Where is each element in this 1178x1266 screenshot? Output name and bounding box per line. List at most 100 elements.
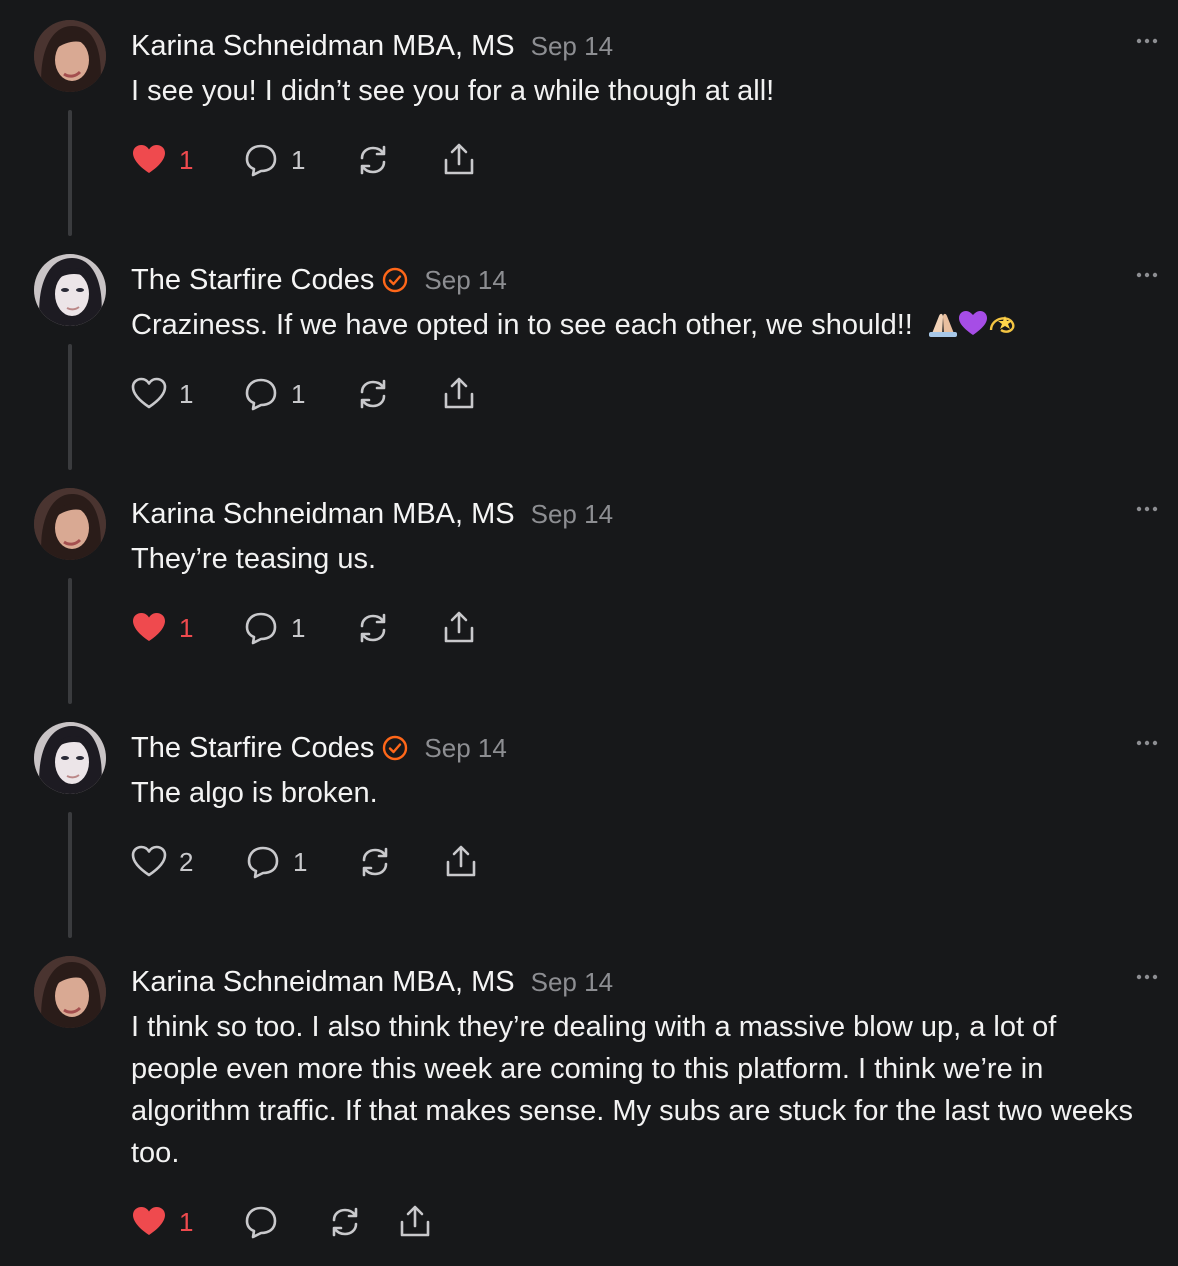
reply-count: 1 <box>291 378 306 409</box>
share-button[interactable] <box>441 376 477 412</box>
avatar[interactable] <box>34 956 106 1028</box>
reply-button[interactable] <box>243 1204 327 1240</box>
share-icon <box>443 844 479 880</box>
heart-icon <box>131 1204 167 1240</box>
comment: The Starfire Codes Sep 14 The algo is br… <box>0 722 1178 942</box>
author-name[interactable]: Karina Schneidman MBA, MS <box>131 30 515 63</box>
avatar[interactable] <box>34 488 106 560</box>
like-count: 2 <box>179 846 194 877</box>
comment: Karina Schneidman MBA, MS Sep 14 They’re… <box>0 488 1178 708</box>
author-name[interactable]: Karina Schneidman MBA, MS <box>131 966 515 999</box>
comment-header: The Starfire Codes Sep 14 <box>131 260 507 300</box>
like-button[interactable]: 1 <box>131 1204 243 1240</box>
share-button[interactable] <box>443 844 479 880</box>
karina-avatar-image <box>34 20 106 92</box>
comment-text: Craziness. If we have opted in to see ea… <box>131 309 913 341</box>
like-button[interactable]: 1 <box>131 142 243 178</box>
reply-button[interactable]: 1 <box>245 844 357 880</box>
more-options-icon[interactable] <box>1134 730 1160 756</box>
thread-connector <box>68 110 72 236</box>
comment-body: I think so too. I also think they’re dea… <box>131 1011 1133 1169</box>
heart-icon <box>131 376 167 412</box>
comment-header: Karina Schneidman MBA, MS Sep 14 <box>131 962 613 1002</box>
comment-actions: 1 1 <box>131 140 477 180</box>
verified-badge-icon <box>382 735 408 761</box>
more-options-icon[interactable] <box>1134 262 1160 288</box>
reply-button[interactable]: 1 <box>243 376 355 412</box>
comment-bubble-icon <box>243 376 279 412</box>
comment-body: The algo is broken. <box>131 777 378 809</box>
comment-date[interactable]: Sep 14 <box>531 967 613 998</box>
restack-button[interactable] <box>355 142 441 178</box>
dizzy-emoji <box>989 316 1015 333</box>
comment: Karina Schneidman MBA, MS Sep 14 I see y… <box>0 20 1178 240</box>
comment-date[interactable]: Sep 14 <box>531 499 613 530</box>
karina-avatar-image <box>34 956 106 1028</box>
heart-icon <box>131 844 167 880</box>
comment-body: Craziness. If we have opted in to see ea… <box>131 304 1141 346</box>
comment-actions: 2 1 <box>131 842 479 882</box>
thread-connector <box>68 812 72 938</box>
more-options-icon[interactable] <box>1134 496 1160 522</box>
avatar[interactable] <box>34 254 106 326</box>
share-button[interactable] <box>397 1204 433 1240</box>
starfire-avatar-image <box>34 254 106 326</box>
share-button[interactable] <box>441 610 477 646</box>
folded-hands-emoji <box>928 313 957 337</box>
share-icon <box>441 376 477 412</box>
comment-date[interactable]: Sep 14 <box>424 265 506 296</box>
restack-icon <box>327 1204 363 1240</box>
reply-count: 1 <box>293 846 308 877</box>
more-options-icon[interactable] <box>1134 964 1160 990</box>
restack-icon <box>357 844 393 880</box>
like-count: 1 <box>179 1206 194 1237</box>
comment-date[interactable]: Sep 14 <box>424 733 506 764</box>
karina-avatar-image <box>34 488 106 560</box>
reply-count: 1 <box>291 612 306 643</box>
comment-bubble-icon <box>243 1204 279 1240</box>
starfire-avatar-image <box>34 722 106 794</box>
author-name[interactable]: The Starfire Codes <box>131 264 374 297</box>
reply-count: 1 <box>291 144 306 175</box>
like-button[interactable]: 1 <box>131 376 243 412</box>
avatar[interactable] <box>34 20 106 92</box>
comment-header: Karina Schneidman MBA, MS Sep 14 <box>131 26 613 66</box>
emoji-group <box>927 308 1019 338</box>
share-icon <box>441 142 477 178</box>
comment-thread: Karina Schneidman MBA, MS Sep 14 I see y… <box>0 0 1178 1266</box>
purple-heart-emoji <box>958 311 987 335</box>
thread-connector <box>68 578 72 704</box>
comment-body: They’re teasing us. <box>131 543 377 575</box>
restack-icon <box>355 610 391 646</box>
comment: Karina Schneidman MBA, MS Sep 14 I think… <box>0 956 1178 1256</box>
restack-button[interactable] <box>327 1204 397 1240</box>
comment-bubble-icon <box>243 142 279 178</box>
reply-button[interactable]: 1 <box>243 142 355 178</box>
like-button[interactable]: 2 <box>131 844 245 880</box>
like-count: 1 <box>179 378 194 409</box>
like-count: 1 <box>179 612 194 643</box>
author-name[interactable]: Karina Schneidman MBA, MS <box>131 498 515 531</box>
restack-icon <box>355 376 391 412</box>
comment-bubble-icon <box>243 610 279 646</box>
restack-button[interactable] <box>357 844 443 880</box>
reply-button[interactable]: 1 <box>243 610 355 646</box>
heart-icon <box>131 610 167 646</box>
avatar[interactable] <box>34 722 106 794</box>
restack-button[interactable] <box>355 610 441 646</box>
comment-bubble-icon <box>245 844 281 880</box>
comment-header: The Starfire Codes Sep 14 <box>131 728 507 768</box>
heart-icon <box>131 142 167 178</box>
share-icon <box>441 610 477 646</box>
restack-button[interactable] <box>355 376 441 412</box>
restack-icon <box>355 142 391 178</box>
share-button[interactable] <box>441 142 477 178</box>
comment-header: Karina Schneidman MBA, MS Sep 14 <box>131 494 613 534</box>
like-button[interactable]: 1 <box>131 610 243 646</box>
comment: The Starfire Codes Sep 14 Craziness. If … <box>0 254 1178 474</box>
more-options-icon[interactable] <box>1134 28 1160 54</box>
comment-date[interactable]: Sep 14 <box>531 31 613 62</box>
author-name[interactable]: The Starfire Codes <box>131 732 374 765</box>
share-icon <box>397 1204 433 1240</box>
comment-body: I see you! I didn’t see you for a while … <box>131 75 775 107</box>
